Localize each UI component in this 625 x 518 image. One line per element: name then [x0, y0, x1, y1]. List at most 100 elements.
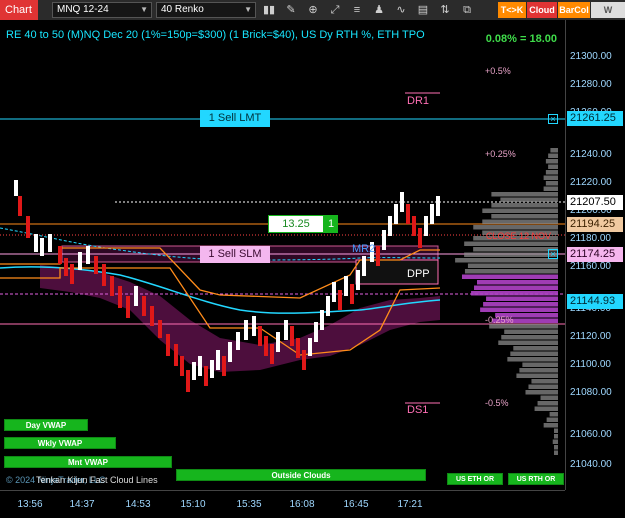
properties-icon[interactable]: ≡: [350, 2, 364, 18]
chevron-down-icon: ▼: [140, 5, 148, 14]
us-eth-or-button[interactable]: US ETH OR: [447, 473, 503, 485]
price-tick: 21100.00: [570, 359, 611, 370]
renko-brick: [14, 180, 18, 196]
bars-icon[interactable]: ▮▮: [262, 2, 276, 18]
pct-plus-05: +0.5%: [485, 66, 511, 76]
sell-lmt-order[interactable]: 1 Sell LMT: [200, 110, 270, 127]
chart-title: RE 40 to 50 (M)NQ Dec 20 (1%=150p=$300) …: [6, 29, 425, 41]
renko-brick: [102, 264, 106, 286]
renko-brick: [166, 334, 170, 356]
vwap-toggle-button[interactable]: W VWAP: [591, 2, 625, 31]
renko-brick: [192, 362, 196, 380]
sell-lmt-price-tag: 21261.25: [567, 111, 623, 126]
bar-type-value: 40 Renko: [161, 4, 204, 15]
renko-brick: [314, 322, 318, 342]
renko-brick: [412, 216, 416, 236]
volume-profile-bar: [548, 164, 558, 169]
close-order-icon[interactable]: ×: [548, 249, 558, 259]
renko-brick: [244, 320, 248, 340]
volume-profile-bar: [482, 219, 558, 224]
strategy-icon[interactable]: ♟: [372, 2, 386, 18]
renko-brick: [86, 246, 90, 264]
volume-profile-bar: [486, 296, 558, 301]
instrument-selector[interactable]: MNQ 12-24 ▼: [52, 2, 152, 18]
volume-profile-bar: [516, 373, 558, 378]
templates-icon[interactable]: ▤: [416, 2, 430, 18]
price-tick: 21080.00: [570, 387, 612, 398]
renko-brick: [430, 204, 434, 224]
renko-brick: [70, 264, 74, 284]
mr2-label: MR2: [352, 243, 376, 255]
renko-brick: [48, 234, 52, 252]
outside-clouds-button[interactable]: Outside Clouds: [176, 469, 426, 481]
volume-profile-bar: [554, 434, 558, 439]
position-pnl[interactable]: 13.25: [268, 215, 324, 233]
ds1-label: DS1: [407, 404, 429, 416]
volume-profile-bar: [474, 285, 558, 290]
dr1-label: DR1: [407, 95, 430, 107]
bar-type-selector[interactable]: 40 Renko ▼: [156, 2, 256, 18]
chevron-down-icon: ▼: [244, 5, 252, 14]
time-tick: 16:45: [343, 499, 369, 510]
price-tick: 21300.00: [570, 51, 612, 62]
barcol-toggle-button[interactable]: BarCol: [558, 2, 590, 18]
renko-brick: [338, 290, 342, 310]
volume-profile-bar: [543, 423, 558, 428]
volume-profile: [455, 148, 558, 455]
monthly-vwap-button[interactable]: Mnt VWAP: [4, 456, 172, 468]
chart-tab[interactable]: Chart: [0, 0, 38, 20]
volume-profile-bar: [501, 335, 558, 340]
renko-brick: [134, 286, 138, 306]
renko-brick: [94, 256, 98, 274]
pencil-icon[interactable]: ✎: [284, 2, 298, 18]
renko-brick: [264, 336, 268, 356]
time-tick: 14:53: [125, 499, 151, 510]
position-quantity[interactable]: 1: [324, 215, 338, 233]
percent-ratio: 0.08% = 18.00: [485, 33, 557, 45]
volume-profile-bar: [540, 395, 558, 400]
volume-profile-bar: [549, 412, 558, 417]
tk-toggle-button[interactable]: T<>K: [498, 2, 526, 18]
us-rth-or-button[interactable]: US RTH OR: [508, 473, 564, 485]
renko-brick: [198, 356, 202, 376]
renko-brick: [284, 320, 288, 340]
volume-profile-bar: [455, 258, 558, 263]
close-order-icon[interactable]: ×: [548, 114, 558, 124]
volume-profile-bar: [513, 346, 558, 351]
indicators-icon[interactable]: ∿: [394, 2, 408, 18]
volume-profile-bar: [461, 274, 558, 279]
renko-brick: [222, 356, 226, 376]
volume-profile-bar: [528, 384, 558, 389]
layers-icon[interactable]: ⧉: [460, 2, 474, 18]
day-vwap-button[interactable]: Day VWAP: [4, 419, 88, 431]
zoom-icon[interactable]: ⊕: [306, 2, 320, 18]
dpp-label: DPP: [407, 268, 430, 280]
renko-brick: [204, 366, 208, 386]
cloud-toggle-button[interactable]: Cloud: [527, 2, 557, 18]
renko-brick: [424, 216, 428, 236]
renko-brick: [394, 204, 398, 224]
price-chart-panel[interactable]: RE 40 to 50 (M)NQ Dec 20 (1%=150p=$300) …: [0, 20, 565, 490]
volume-profile-bar: [473, 225, 558, 230]
renko-brick: [326, 296, 330, 316]
volume-profile-bar: [552, 439, 558, 444]
renko-brick: [142, 296, 146, 316]
volume-profile-bar: [477, 280, 558, 285]
chart-trader-icon[interactable]: ⇅: [438, 2, 452, 18]
renko-brick: [228, 342, 232, 362]
ninjatrader-chart-window: Chart MNQ 12-24 ▼ 40 Renko ▼ ▮▮ ✎ ⊕ ⤢ ≡ …: [0, 0, 625, 518]
time-axis[interactable]: 13:56 14:37 14:53 15:10 15:35 16:08 16:4…: [0, 490, 565, 518]
fit-icon[interactable]: ⤢: [328, 2, 342, 18]
price-tick: 21160.00: [570, 261, 611, 272]
renko-brick: [252, 316, 256, 336]
sell-slm-order[interactable]: 1 Sell SLM: [200, 246, 270, 263]
volume-profile-bar: [554, 445, 558, 450]
renko-brick: [78, 252, 82, 270]
sell-slm-price-tag: 21174.25: [567, 247, 623, 262]
vwap-price-tag: 21144.93: [567, 294, 623, 309]
price-tick: 21120.00: [570, 331, 611, 342]
weekly-vwap-button[interactable]: Wkly VWAP: [4, 437, 116, 449]
time-tick: 13:56: [17, 499, 43, 510]
renko-brick: [18, 196, 22, 216]
renko-brick: [118, 286, 122, 308]
